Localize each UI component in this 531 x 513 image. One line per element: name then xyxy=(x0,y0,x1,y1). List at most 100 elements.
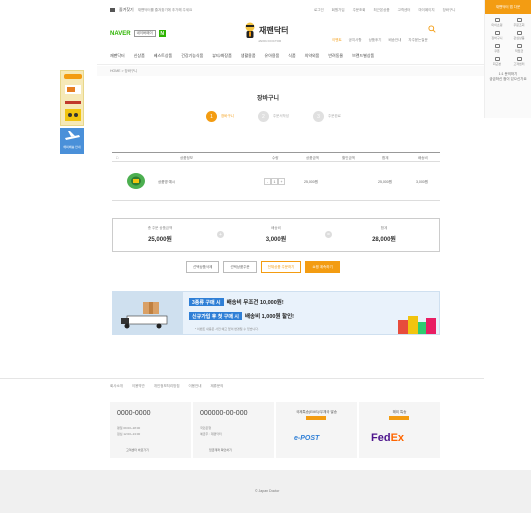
continue-shopping-button[interactable]: 쇼핑 계속하기 xyxy=(305,261,340,273)
brand-logo[interactable]: 재팬닥터 xyxy=(244,22,288,39)
quick-menu-item[interactable]: 고객센터 xyxy=(509,57,529,66)
footer-info: 0000-0000 평일 09:00~18:00 점심 12:00~13:00 … xyxy=(110,402,440,458)
step-label: 주문완료 xyxy=(328,114,341,118)
footer-link[interactable]: 이용안내 xyxy=(189,384,202,389)
quick-menu-item[interactable]: 쿠폰 xyxy=(487,44,507,53)
search-icon[interactable] xyxy=(428,25,436,33)
promo-text-1: 배송비 무조건 10,000원! xyxy=(226,300,284,306)
nav-item[interactable]: 건강기능식품 xyxy=(181,53,203,59)
nav-item[interactable]: 생활용품 xyxy=(241,53,256,59)
quick-menu-grid: 마이쇼핑 주문조회 장바구니 관심상품 쿠폰 적립금 최근본 고객센터 xyxy=(485,14,531,70)
footer-link[interactable]: 개인정보처리방침 xyxy=(154,384,180,389)
top-link-recent[interactable]: 최근본상품 xyxy=(373,8,389,13)
nav-item[interactable]: 베스트상품 xyxy=(154,53,172,59)
epost-box[interactable]: 국제특송(EMS)/우체국 발송 e-POST xyxy=(276,402,357,458)
delete-selected-button[interactable]: 선택상품삭제 xyxy=(186,261,220,273)
gift-boxes-icon xyxy=(398,316,436,334)
coupon-icon xyxy=(494,44,500,48)
top-link-order[interactable]: 주문조회 xyxy=(353,8,366,13)
delivery-banner-icon xyxy=(64,74,82,121)
quick-menu-label: 장바구니 xyxy=(491,36,503,40)
favorite-notice[interactable]: 즐겨찾기 재팬닥터를 즐겨찾기에 추가해 주세요 xyxy=(110,7,192,13)
top-link-mypage[interactable]: 마이페이지 xyxy=(418,8,434,13)
top-links: 로그인 회원가입 주문조회 최근본상품 고객센터 마이페이지 장바구니 xyxy=(314,8,455,13)
footer-divider xyxy=(0,378,484,379)
step-number: 1 xyxy=(206,111,217,122)
order-all-button[interactable]: 전체상품 주문하기 xyxy=(260,261,302,273)
copyright-text: © Japan Doctor xyxy=(255,489,280,493)
quick-menu-item[interactable]: 주문조회 xyxy=(509,18,529,27)
nav-item[interactable]: 반려동물 xyxy=(328,53,343,59)
quick-links: 이벤트 공지사항 상품후기 배송안내 자주묻는질문 xyxy=(332,38,428,43)
nav-item[interactable]: 뷰티/화장품 xyxy=(212,53,232,59)
select-all-checkbox[interactable]: □ xyxy=(116,156,118,160)
favorite-label: 즐겨찾기 xyxy=(119,7,134,12)
quick-link[interactable]: 배송안내 xyxy=(388,38,401,43)
footer-link[interactable]: 회사소개 xyxy=(110,384,123,389)
qty-minus-button[interactable]: - xyxy=(264,178,271,185)
epost-label: 국제특송(EMS)/우체국 발송 xyxy=(296,410,337,414)
top-link-login[interactable]: 로그인 xyxy=(314,8,324,13)
fedex-label: 해외 특송 xyxy=(392,410,407,414)
nav-item[interactable]: 유아용품 xyxy=(265,53,280,59)
top-link-support[interactable]: 고객센터 xyxy=(398,8,411,13)
products-total: 총 주문 상품금액 25,000원 xyxy=(125,226,195,243)
product-name[interactable]: 상품명 예시 xyxy=(158,180,175,185)
quick-link[interactable]: 공지사항 xyxy=(349,38,362,43)
naver-pay-badge[interactable]: NAVER 네이버페이 N xyxy=(110,30,166,37)
side-banner-label: 해외배송 안내 xyxy=(63,145,81,149)
products-total-label: 총 주문 상품금액 xyxy=(147,226,173,230)
breadcrumb[interactable]: HOME > 장바구니 xyxy=(110,69,137,74)
quick-link[interactable]: 자주묻는질문 xyxy=(408,38,427,43)
quick-menu-item[interactable]: 적립금 xyxy=(509,44,529,53)
quick-menu-item[interactable]: 장바구니 xyxy=(487,31,507,40)
quick-menu-item[interactable]: 최근본 xyxy=(487,57,507,66)
quick-menu-label: 마이쇼핑 xyxy=(491,23,503,27)
top-link-cart[interactable]: 장바구니 xyxy=(443,8,456,13)
qty-value[interactable]: 1 xyxy=(271,178,278,185)
quick-menu-item[interactable]: 관심상품 xyxy=(509,31,529,40)
qty-plus-button[interactable]: + xyxy=(278,178,285,185)
promo-line-1: 3종류 구매 시 배송비 무조건 10,000원! xyxy=(189,298,284,306)
customer-lunch: 점심 12:00~13:00 xyxy=(117,432,141,436)
footer-link[interactable]: 제휴문의 xyxy=(210,384,223,389)
step-number: 3 xyxy=(313,111,324,122)
epost-logo: e-POST xyxy=(294,435,320,442)
side-banner-delivery[interactable] xyxy=(60,70,84,126)
footer-link[interactable]: 이용약관 xyxy=(132,384,145,389)
quick-menu-label: 고객센터 xyxy=(513,62,525,66)
order-selected-button[interactable]: 선택상품주문 xyxy=(223,261,257,273)
nav-item[interactable]: 식품 xyxy=(288,53,295,59)
product-thumbnail[interactable] xyxy=(126,171,146,191)
quick-link[interactable]: 상품후기 xyxy=(369,38,382,43)
row-shipping: 3,000원 xyxy=(416,180,428,184)
promo-tag-2: 신규가입 후 첫 구매 시 xyxy=(189,312,242,320)
breadcrumb-bar xyxy=(97,66,484,76)
shipping-promo-banner[interactable]: 3종류 구매 시 배송비 무조건 10,000원! 신규가입 후 첫 구매 시 … xyxy=(112,291,440,335)
shipping-total-value: 3,000원 xyxy=(265,237,287,243)
quick-link[interactable]: 이벤트 xyxy=(332,38,342,43)
quick-menu-item[interactable]: 마이쇼핑 xyxy=(487,18,507,27)
app-download-button[interactable]: 재팬닥터 앱 다운 xyxy=(485,0,531,14)
col-shipping: 배송비 xyxy=(418,156,428,160)
customer-center-link[interactable]: 고객센터 바로가기 xyxy=(126,448,149,452)
order-steps: 1 장바구니 2 주문서작성 3 주문완료 xyxy=(206,111,341,122)
nav-item[interactable]: 의약외품 xyxy=(305,53,320,59)
order-totals: 총 주문 상품금액 25,000원 + 배송비 3,000원 = 합계 28,0… xyxy=(112,218,440,252)
step-order-form: 2 주문서작성 xyxy=(257,111,289,122)
brand-subtitle: JAPAN DOCTOR xyxy=(258,39,282,43)
bank-account-link[interactable]: 입금계좌 확인하기 xyxy=(209,448,232,452)
row-total: 25,000원 xyxy=(378,180,392,184)
inquiry-box[interactable]: 1:1 문의하기 궁금하신 점이 있으신가요 xyxy=(485,70,531,84)
nav-divider xyxy=(97,64,484,65)
nav-item[interactable]: 재팬닥터 xyxy=(110,53,125,59)
col-product: 상품정보 xyxy=(180,156,193,160)
nav-item[interactable]: 브랜드별상품 xyxy=(352,53,374,59)
nav-item[interactable]: 신상품 xyxy=(134,53,145,59)
fedex-box[interactable]: 해외 특송 FedEx xyxy=(359,402,440,458)
top-link-join[interactable]: 회원가입 xyxy=(332,8,345,13)
side-banner-overseas[interactable]: 해외배송 안내 xyxy=(60,128,84,154)
promo-line-2: 신규가입 후 첫 구매 시 배송비 1,000원 할인! xyxy=(189,312,294,320)
epost-badge xyxy=(306,416,326,420)
fedex-badge xyxy=(389,416,409,420)
